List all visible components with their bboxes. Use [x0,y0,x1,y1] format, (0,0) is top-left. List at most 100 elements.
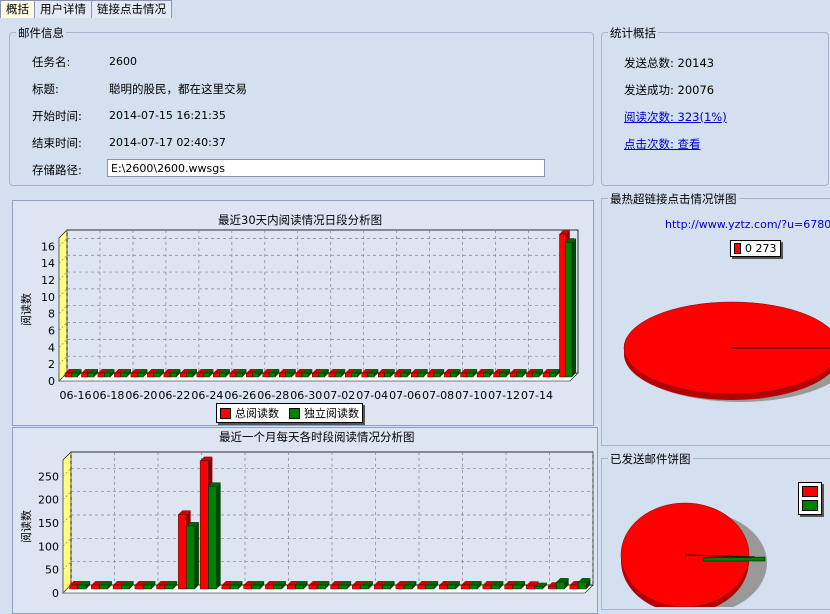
bar-total-reads [114,372,121,378]
x-tick-label: 06-30 [290,389,322,402]
x-tick-label: 07-12 [488,389,520,402]
y-tick-label: 250 [38,470,59,483]
tab-overview[interactable]: 概括 [0,0,35,18]
pie2-green-slice [702,556,766,562]
storage-path-field[interactable] [107,159,545,177]
bar-total-reads [482,584,492,590]
bar-unique-reads [466,372,474,378]
bar-total-reads [265,584,274,590]
y-tick-label: 14 [41,257,55,270]
click-count-link[interactable]: 点击次数: 查看 [624,136,701,152]
bar-total-reads [163,372,171,378]
bar-total-reads [361,372,369,378]
bar-total-reads [69,584,79,590]
bar-total-reads [542,372,550,378]
stats-title: 统计概括 [608,25,658,41]
tab-bar: 概括 用户详情 链接点击情况 [0,0,172,18]
bar-unique-reads [104,372,111,378]
bar-unique-reads [534,586,544,590]
legend-unique-swatch [289,407,300,419]
bar-unique-reads [499,372,507,378]
bar-unique-reads-side [194,522,199,589]
bar-unique-reads [120,372,128,378]
bar-unique-reads [512,584,522,590]
bar-total-reads [504,584,514,590]
x-tick-label: 07-14 [521,389,553,402]
bar-total-reads [286,584,296,590]
bar-unique-reads [565,242,573,378]
x-tick-label: 06-18 [92,389,124,402]
x-tick-label: 07-06 [389,389,421,402]
y-tick-label: 6 [48,325,55,338]
bar-unique-reads [334,372,342,378]
bar-total-reads [243,584,253,590]
bar-unique-reads [360,584,370,590]
bar-unique-reads [490,584,500,590]
bar-unique-reads [219,372,227,378]
bar-total-reads [395,584,405,590]
sent-mail-pie-title: 已发送邮件饼图 [608,451,693,467]
bar-total-reads [279,372,286,378]
pie2-legend-red-swatch [802,486,818,497]
bar-unique-reads [121,584,130,590]
y-tick-label: 100 [38,540,59,553]
pie1-legend: 0 273 [730,240,781,257]
y-tick-label: 16 [41,240,55,253]
legend-total-label: 总阅读数 [235,407,279,420]
bar-total-reads [262,372,270,378]
x-tick-label: 07-08 [422,389,454,402]
tab-user-details[interactable]: 用户详情 [34,0,92,18]
chart-plot-frame [66,229,579,374]
bar-unique-reads [136,372,144,378]
pie1-legend-value: 0 273 [745,242,777,255]
bar-total-reads [460,372,468,378]
bar-unique-reads [273,584,283,590]
hourly-reads-chart: 0 50 100 150 200 250 阅读数 [19,451,594,600]
end-time-label: 结束时间: [32,136,82,150]
bar-unique-reads [403,584,413,590]
x-tick-label: 06-24 [191,389,223,402]
bar-unique-reads [384,372,391,378]
bar-total-reads [196,372,204,378]
bar-unique-reads-side [572,238,577,377]
hot-links-pie-title: 最热超链接点击情况饼图 [608,191,739,207]
bar-unique-reads [400,372,408,378]
read-count-link[interactable]: 阅读次数: 323(1%) [624,109,727,125]
bar-unique-reads [417,372,424,378]
daily-chart-legend: 总阅读数 独立阅读数 [216,403,363,423]
bar-total-reads [476,372,484,378]
bar-unique-reads [202,372,210,378]
bar-unique-reads [425,584,435,590]
y-tick-label: 150 [38,517,59,530]
bar-unique-reads-side [216,482,221,589]
bar-total-reads [559,233,566,378]
y-tick-label: 4 [48,341,55,354]
x-tick-label: 06-16 [59,389,91,402]
bar-unique-reads [549,372,556,378]
bar-unique-reads [318,372,325,378]
bar-total-reads [328,372,336,378]
bar-total-reads [134,584,144,590]
bar-total-reads [81,372,88,378]
start-time-value: 2014-07-15 16:21:35 [109,109,226,122]
bar-unique-reads [186,525,196,590]
bar-total-reads [352,584,361,590]
legend-total-swatch [220,407,231,419]
tab-link-clicks[interactable]: 链接点击情况 [91,0,172,18]
bar-total-reads [394,372,402,378]
pie1-legend-swatch [734,243,741,254]
bar-total-reads [547,585,557,590]
bar-total-reads [112,584,122,590]
bar-total-reads [345,372,352,378]
x-tick-label: 06-28 [257,389,289,402]
x-tick-label: 06-22 [158,389,190,402]
bar-unique-reads [433,372,441,378]
bar-unique-reads [77,584,87,590]
bar-total-reads [493,372,501,378]
bar-unique-reads [301,372,309,378]
bar-total-reads [410,372,418,378]
bar-total-reads [427,372,435,378]
bar-unique-reads [367,372,375,378]
bar-total-reads [64,372,72,378]
bar-total-reads [330,584,340,590]
